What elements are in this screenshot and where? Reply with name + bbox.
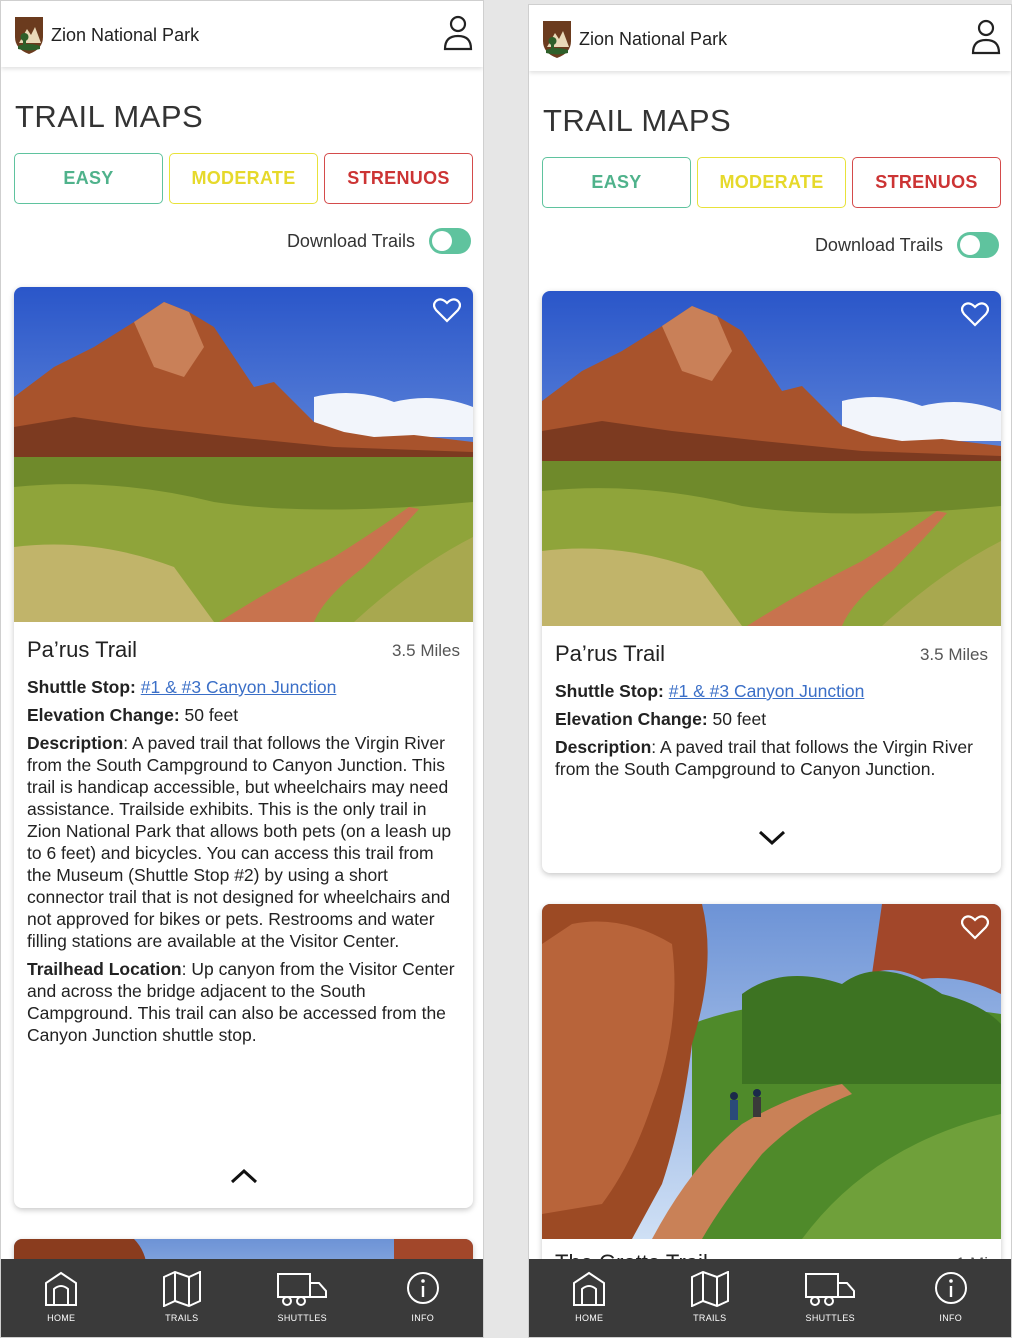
shuttle-truck-icon [277, 1273, 328, 1306]
nps-logo-icon [543, 21, 571, 58]
nav-trails-label: TRAILS [165, 1313, 199, 1323]
page-title: TRAIL MAPS [543, 103, 732, 138]
nav-info-label: INFO [411, 1313, 435, 1323]
info-icon [934, 1272, 967, 1304]
shuttle-stop-label: Shuttle Stop: [27, 677, 136, 697]
favorite-heart-icon[interactable] [433, 297, 461, 323]
bottom-nav: HOME TRAILS SHUTTLES INFO [1, 1259, 483, 1337]
filter-strenuous-button[interactable]: STRENUOS [852, 157, 1001, 208]
nav-info-label: INFO [939, 1313, 963, 1323]
shuttle-stop-link[interactable]: #1 & #3 Canyon Junction [669, 681, 865, 701]
trail-details: Pa’rus Trail 3.5 Miles Shuttle Stop: #1 … [555, 641, 988, 780]
grotto-trail-photo [542, 904, 1001, 1239]
app-title: Zion National Park [579, 29, 728, 49]
nav-trails[interactable]: TRAILS [122, 1259, 243, 1337]
description-label: Description [27, 733, 124, 753]
trail-card: Pa’rus Trail 3.5 Miles Shuttle Stop: #1 … [14, 287, 473, 1208]
toggle-knob [960, 235, 980, 255]
download-trails-label: Download Trails [286, 230, 415, 251]
user-icon[interactable] [971, 19, 1001, 55]
shuttle-stop-line: Shuttle Stop: #1 & #3 Canyon Junction [27, 676, 460, 698]
description-text: : A paved trail that follows the Virgin … [27, 733, 452, 951]
toggle-knob [432, 231, 452, 251]
nav-info[interactable]: INFO [363, 1259, 484, 1337]
favorite-heart-icon[interactable] [961, 301, 989, 327]
description-label: Description [555, 737, 652, 757]
shuttle-stop-link[interactable]: #1 & #3 Canyon Junction [141, 677, 337, 697]
difficulty-filters: EASY MODERATE STRENUOS [542, 157, 1001, 208]
trail-photo [14, 287, 473, 622]
nps-logo-icon [15, 17, 43, 54]
elevation-line: Elevation Change: 50 feet [27, 704, 460, 726]
nav-trails-label: TRAILS [693, 1313, 727, 1323]
nav-shuttles[interactable]: SHUTTLES [242, 1259, 363, 1337]
description-line: Description: A paved trail that follows … [27, 732, 460, 952]
trailhead-line: Trailhead Location: Up canyon from the V… [27, 958, 460, 1046]
elevation-label: Elevation Change: [555, 709, 708, 729]
trail-distance: 3.5 Miles [391, 641, 460, 660]
download-trails-row: Download Trails [287, 228, 471, 254]
bottom-nav: HOME TRAILS SHUTTLES INFO [529, 1259, 1011, 1337]
nav-home[interactable]: HOME [529, 1259, 650, 1337]
shuttle-truck-icon [805, 1273, 856, 1306]
chevron-up-icon[interactable] [228, 1167, 260, 1185]
trailhead-label: Trailhead Location [27, 959, 182, 979]
home-icon [573, 1271, 606, 1306]
app-title: Zion National Park [51, 25, 200, 45]
download-trails-toggle[interactable] [957, 232, 999, 258]
nav-home[interactable]: HOME [1, 1259, 122, 1337]
elevation-value: 50 feet [184, 705, 239, 725]
app-header: Zion National Park [1, 1, 483, 67]
shuttle-stop-label: Shuttle Stop: [555, 681, 664, 701]
phone-screen-collapsed: Zion National Park TRAIL MAPS EASY MODER… [528, 4, 1012, 1338]
trail-distance: 3.5 Miles [919, 645, 988, 664]
elevation-value: 50 feet [712, 709, 767, 729]
nav-trails[interactable]: TRAILS [650, 1259, 771, 1337]
download-trails-row: Download Trails [815, 232, 999, 258]
nav-shuttles[interactable]: SHUTTLES [770, 1259, 891, 1337]
app-header: Zion National Park [529, 5, 1011, 71]
favorite-heart-icon[interactable] [961, 914, 989, 940]
map-icon [690, 1271, 729, 1307]
filter-easy-button[interactable]: EASY [542, 157, 691, 208]
description-line: Description: A paved trail that follows … [555, 736, 988, 780]
difficulty-filters: EASY MODERATE STRENUOS [14, 153, 473, 204]
elevation-line: Elevation Change: 50 feet [555, 708, 988, 730]
nav-shuttles-label: SHUTTLES [277, 1313, 327, 1323]
phone-screen-expanded: Zion National Park TRAIL MAPS EASY MODER… [0, 0, 484, 1338]
shuttle-stop-line: Shuttle Stop: #1 & #3 Canyon Junction [555, 680, 988, 702]
download-trails-label: Download Trails [814, 234, 943, 255]
user-icon[interactable] [443, 15, 473, 51]
page-title: TRAIL MAPS [15, 99, 204, 134]
filter-easy-button[interactable]: EASY [14, 153, 163, 204]
filter-strenuous-button[interactable]: STRENUOS [324, 153, 473, 204]
home-icon [45, 1271, 78, 1306]
nav-home-label: HOME [47, 1313, 76, 1323]
nav-info[interactable]: INFO [891, 1259, 1012, 1337]
trail-details: Pa’rus Trail 3.5 Miles Shuttle Stop: #1 … [27, 637, 460, 1046]
trail-photo [542, 291, 1001, 626]
chevron-down-icon[interactable] [756, 829, 788, 847]
filter-moderate-button[interactable]: MODERATE [169, 153, 318, 204]
map-icon [162, 1271, 201, 1307]
download-trails-toggle[interactable] [429, 228, 471, 254]
nav-shuttles-label: SHUTTLES [805, 1313, 855, 1323]
trail-card: Pa’rus Trail 3.5 Miles Shuttle Stop: #1 … [542, 291, 1001, 873]
nav-home-label: HOME [575, 1313, 604, 1323]
filter-moderate-button[interactable]: MODERATE [697, 157, 846, 208]
elevation-label: Elevation Change: [27, 705, 180, 725]
info-icon [406, 1272, 439, 1304]
